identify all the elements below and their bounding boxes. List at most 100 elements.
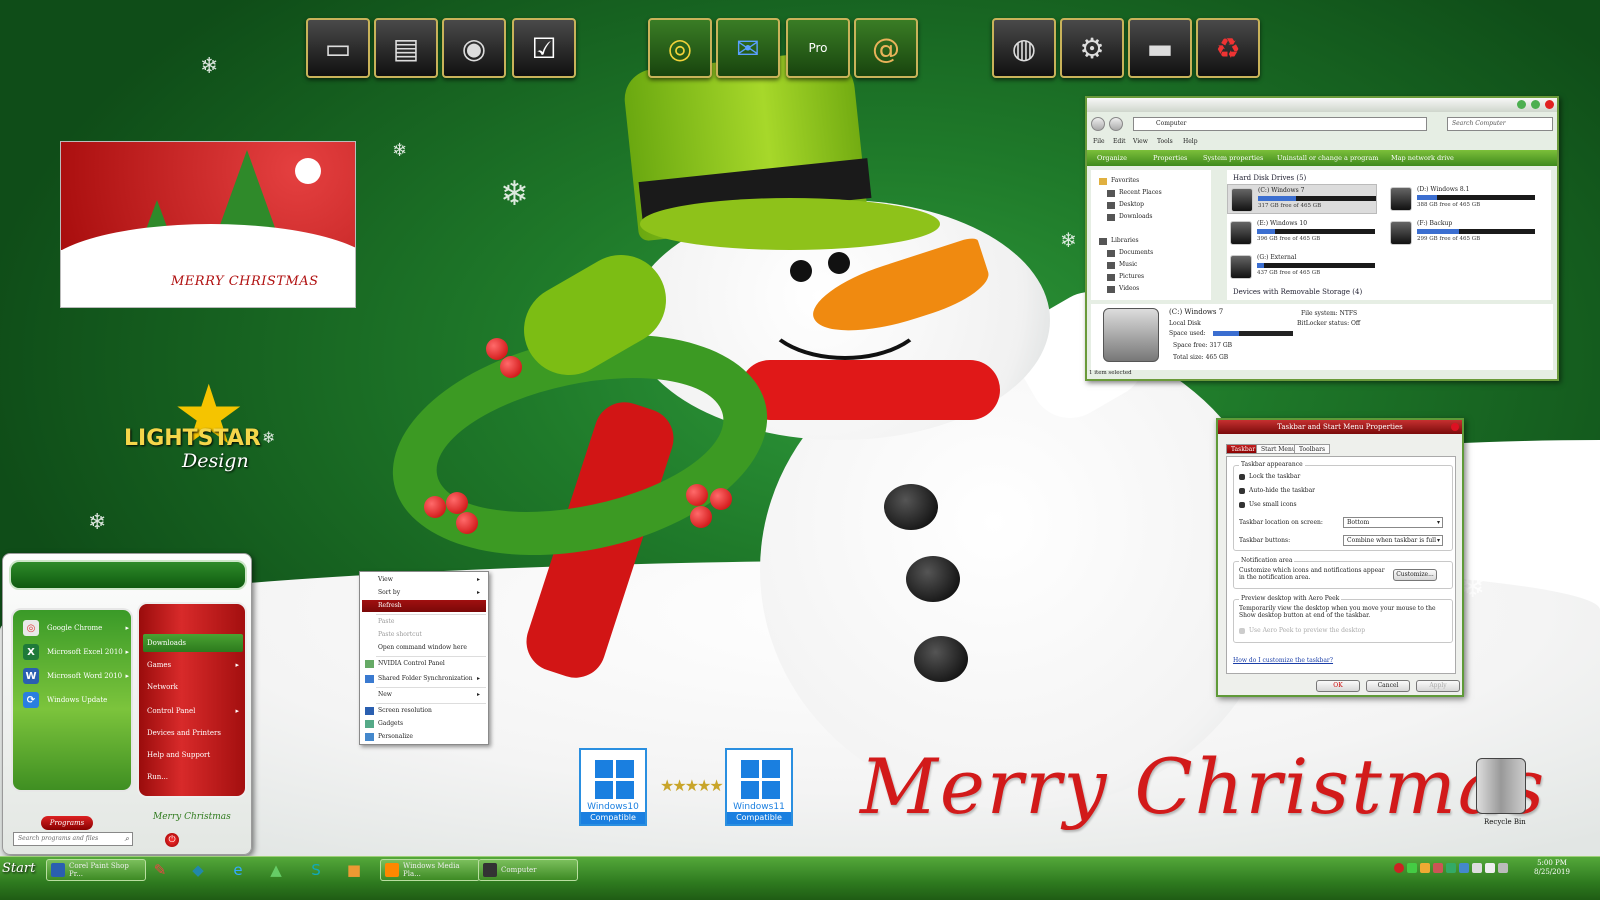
cmd-map-network-drive[interactable]: Map network drive — [1391, 154, 1454, 162]
taskbar-app-media-player[interactable]: Windows Media Pla... — [380, 859, 480, 881]
nav-desktop[interactable]: Desktop — [1107, 200, 1144, 210]
all-programs-button[interactable]: Programs — [41, 816, 93, 830]
ctx-view[interactable]: View ▸ — [362, 574, 486, 586]
ctx-paste-shortcut[interactable]: Paste shortcut — [362, 629, 486, 641]
address-book-icon[interactable]: @ — [854, 18, 918, 78]
network-icon[interactable] — [1472, 863, 1482, 873]
taskbar-clock[interactable]: 5:00 PM 8/25/2019 — [1522, 859, 1582, 877]
tab-toolbars[interactable]: Toolbars — [1294, 444, 1331, 454]
cmd-properties[interactable]: Properties — [1153, 154, 1187, 162]
tray-icon[interactable] — [1407, 863, 1417, 873]
drive-e[interactable]: (E:) Windows 10 396 GB free of 465 GB — [1227, 218, 1377, 248]
customize-button[interactable]: Customize... — [1393, 569, 1437, 581]
ctx-new[interactable]: New ▸ — [362, 689, 486, 701]
chrome-icon[interactable]: ◎ — [648, 18, 712, 78]
tray-icon[interactable] — [1433, 863, 1443, 873]
taskbar-app-corel[interactable]: Corel Paint Shop Pr... — [46, 859, 146, 881]
ok-button[interactable]: OK — [1316, 680, 1360, 692]
ctx-paste[interactable]: Paste — [362, 616, 486, 628]
tray-icon[interactable] — [1459, 863, 1469, 873]
menu-edit[interactable]: Edit — [1113, 138, 1126, 145]
thunderbird-icon[interactable]: ✉ — [716, 18, 780, 78]
small-icons-checkbox[interactable]: Use small icons — [1239, 501, 1297, 508]
volume-icon[interactable] — [1485, 863, 1495, 873]
power-button[interactable]: ⏻ — [165, 833, 179, 847]
close-icon[interactable] — [1451, 423, 1459, 431]
nav-favorites[interactable]: Favorites — [1099, 176, 1139, 186]
settings-icon[interactable]: ⚙ — [1060, 18, 1124, 78]
tray-icon[interactable] — [1420, 863, 1430, 873]
taskbar-pin-ie[interactable]: e — [224, 859, 252, 881]
tray-icon[interactable] — [1394, 863, 1404, 873]
network-icon[interactable]: ◉ — [442, 18, 506, 78]
start-place-games[interactable]: Games ▸ — [143, 656, 243, 674]
drive-f[interactable]: (F:) Backup 299 GB free of 465 GB — [1387, 218, 1537, 248]
menu-tools[interactable]: Tools — [1157, 138, 1173, 145]
start-item-excel[interactable]: X Microsoft Excel 2010 ▸ — [23, 642, 133, 662]
nav-downloads[interactable]: Downloads — [1107, 212, 1152, 222]
start-place-run[interactable]: Run... — [143, 768, 243, 786]
ctx-personalize[interactable]: Personalize — [362, 731, 486, 743]
nav-documents[interactable]: Documents — [1107, 248, 1153, 258]
menu-view[interactable]: View — [1133, 138, 1148, 145]
start-button[interactable]: Start — [2, 861, 42, 883]
back-button[interactable] — [1091, 117, 1105, 131]
cmd-uninstall[interactable]: Uninstall or change a program — [1277, 154, 1378, 162]
folder-icon[interactable]: ▬ — [1128, 18, 1192, 78]
media-player-icon[interactable]: ◍ — [992, 18, 1056, 78]
apply-button[interactable]: Apply — [1416, 680, 1460, 692]
ctx-nvidia-control-panel[interactable]: NVIDIA Control Panel — [362, 658, 486, 670]
location-select[interactable]: Bottom ▾ — [1343, 517, 1443, 528]
drive-d[interactable]: (D:) Windows 8.1 388 GB free of 465 GB — [1387, 184, 1537, 214]
drive-g[interactable]: (G:) External 437 GB free of 465 GB — [1227, 252, 1377, 282]
buttons-select[interactable]: Combine when taskbar is full ▾ — [1343, 535, 1443, 546]
tab-taskbar[interactable]: Taskbar — [1226, 444, 1261, 454]
cancel-button[interactable]: Cancel — [1366, 680, 1410, 692]
control-panel-icon[interactable]: ☑ — [512, 18, 576, 78]
menu-help[interactable]: Help — [1183, 138, 1198, 145]
nav-libraries[interactable]: Libraries — [1099, 236, 1139, 246]
forward-button[interactable] — [1109, 117, 1123, 131]
address-bar[interactable]: Computer — [1133, 117, 1427, 131]
taskbar-pin-package[interactable]: ■ — [340, 859, 368, 881]
close-icon[interactable] — [1545, 100, 1554, 109]
auto-hide-checkbox[interactable]: Auto-hide the taskbar — [1238, 487, 1315, 494]
nav-videos[interactable]: Videos — [1107, 284, 1139, 294]
drive-c[interactable]: (C:) Windows 7 317 GB free of 465 GB — [1227, 184, 1377, 214]
menu-file[interactable]: File — [1093, 138, 1105, 145]
nav-pictures[interactable]: Pictures — [1107, 272, 1144, 282]
cmd-organize[interactable]: Organize — [1097, 154, 1127, 162]
start-place-downloads[interactable]: Downloads — [143, 634, 243, 652]
aero-peek-checkbox[interactable]: Use Aero Peek to preview the desktop — [1238, 627, 1365, 634]
taskbar-pin-skype[interactable]: S — [302, 859, 330, 881]
start-place-network[interactable]: Network — [143, 678, 243, 696]
tray-icon[interactable] — [1446, 863, 1456, 873]
ctx-shared-folder-sync[interactable]: Shared Folder Synchronization ▸ — [362, 673, 486, 685]
computer-icon[interactable]: ▭ — [306, 18, 370, 78]
taskbar-pin-share[interactable]: ▲ — [262, 859, 290, 881]
start-search-input[interactable]: Search programs and files ⌕ — [13, 832, 133, 846]
explorer-search-input[interactable]: Search Computer — [1447, 117, 1553, 131]
explorer-titlebar[interactable] — [1087, 98, 1557, 112]
start-item-word[interactable]: W Microsoft Word 2010 ▸ — [23, 666, 133, 686]
google-earth-pro-icon[interactable]: Pro — [786, 18, 850, 78]
ctx-refresh[interactable]: Refresh — [362, 600, 486, 612]
start-place-control-panel[interactable]: Control Panel ▸ — [143, 702, 243, 720]
start-item-chrome[interactable]: ◎ Google Chrome ▸ — [23, 618, 133, 638]
ctx-gadgets[interactable]: Gadgets — [362, 718, 486, 730]
recycle-bin-icon[interactable] — [1476, 758, 1526, 814]
start-place-help[interactable]: Help and Support — [143, 746, 243, 764]
taskbar-app-computer[interactable]: Computer — [478, 859, 578, 881]
ctx-sort-by[interactable]: Sort by ▸ — [362, 587, 486, 599]
documents-icon[interactable]: ▤ — [374, 18, 438, 78]
start-item-windows-update[interactable]: ⟳ Windows Update — [23, 690, 133, 710]
minimize-icon[interactable] — [1517, 100, 1526, 109]
taskbar-pin-paint[interactable]: ✎ — [146, 859, 174, 881]
help-link[interactable]: How do I customize the taskbar? — [1233, 657, 1333, 664]
ctx-open-command-window[interactable]: Open command window here — [362, 642, 486, 654]
ctx-screen-resolution[interactable]: Screen resolution — [362, 705, 486, 717]
lock-taskbar-checkbox[interactable]: Lock the taskbar — [1238, 473, 1300, 480]
cmd-system-properties[interactable]: System properties — [1203, 154, 1263, 162]
flag-icon[interactable] — [1498, 863, 1508, 873]
nav-music[interactable]: Music — [1107, 260, 1137, 270]
